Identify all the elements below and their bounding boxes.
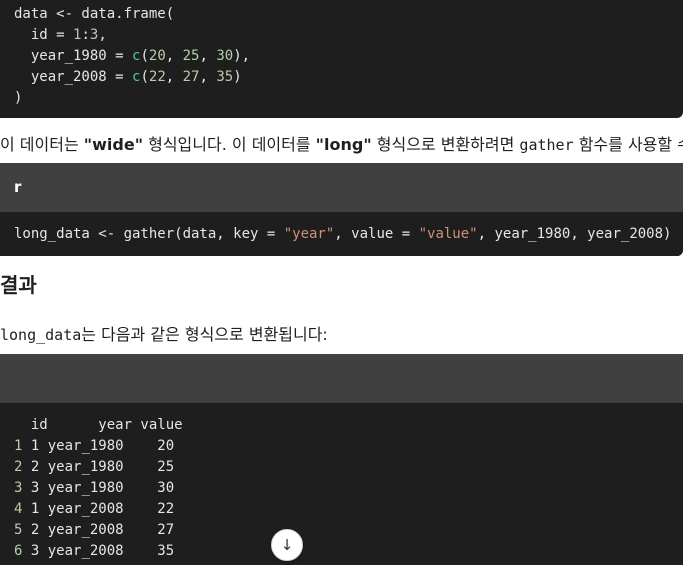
output-row: 1 1 year_1980 20 — [14, 438, 175, 454]
paragraph-text: 함수를 사용할 수 — [573, 135, 683, 154]
paragraph-text: 형식으로 변환하려면 — [371, 135, 520, 154]
code-block-gather: r long_data <- gather(data, key = "year"… — [0, 163, 683, 256]
code-block-data-frame: data <- data.frame( id = 1:3, year_1980 … — [0, 0, 683, 118]
output-block-header — [0, 354, 683, 403]
paragraph-wide-format: 이 데이터는 "wide" 형식입니다. 이 데이터를 "long" 형식으로 … — [0, 131, 683, 155]
bold-text: "long" — [315, 135, 372, 154]
arrow-down-icon: ↓ — [280, 536, 294, 554]
code-line: ) — [14, 90, 23, 106]
code-language-header: r — [0, 163, 683, 212]
code-line: year_1980 = c(20, 25, 30), — [14, 48, 251, 64]
inline-code: long_data — [0, 326, 82, 344]
paragraph-text: 는 다음과 같은 형식으로 변환됩니다: — [81, 325, 328, 344]
output-header-row: id year value — [14, 417, 183, 433]
output-block: id year value 1 1 year_1980 20 2 2 year_… — [0, 354, 683, 565]
code-line: data <- data.frame( — [14, 6, 175, 22]
output-row: 6 3 year_2008 35 — [14, 543, 175, 559]
section-heading-result: 결과 — [0, 273, 37, 297]
paragraph-result-description: long_data는 다음과 같은 형식으로 변환됩니다: — [0, 321, 328, 345]
output-row: 2 2 year_1980 25 — [14, 459, 175, 475]
output-row: 4 1 year_2008 22 — [14, 501, 175, 517]
code-language-label: r — [14, 178, 22, 196]
code-line: year_2008 = c(22, 27, 35) — [14, 69, 242, 85]
code-line: long_data <- gather(data, key = "year", … — [14, 226, 672, 242]
inline-code: gather — [519, 136, 574, 154]
output-row: 3 3 year_1980 30 — [14, 480, 175, 496]
output-row: 5 2 year_2008 27 — [14, 522, 175, 538]
paragraph-text: 이 데이터는 — [0, 135, 84, 154]
scroll-to-bottom-button[interactable]: ↓ — [271, 529, 303, 561]
paragraph-text: 형식입니다. 이 데이터를 — [143, 135, 316, 154]
bold-text: "wide" — [83, 135, 144, 154]
code-line: id = 1:3, — [14, 27, 107, 43]
